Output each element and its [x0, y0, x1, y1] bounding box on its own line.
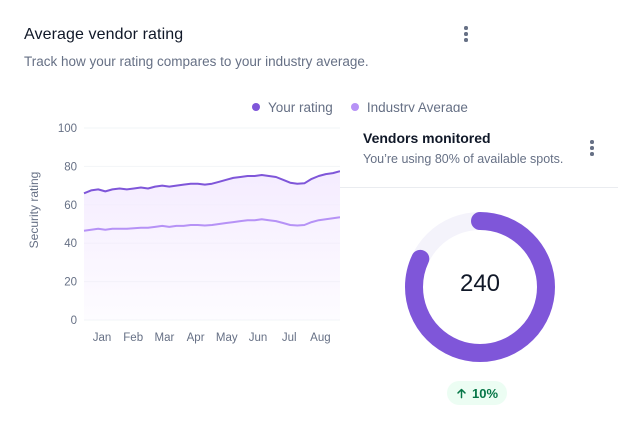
y-tick-label: 0 — [71, 315, 77, 327]
x-tick-label: Jan — [93, 332, 112, 344]
arrow-up-icon — [457, 388, 466, 398]
change-badge: 10% — [447, 381, 508, 405]
card-more-options-icon[interactable] — [458, 24, 474, 44]
rating-chart: 0 20 40 60 80 100 Jan Feb Mar Apr May Jun Jul Aug — [58, 123, 341, 344]
change-badge-value: 10% — [472, 385, 499, 401]
y-tick-label: 80 — [64, 161, 77, 173]
panel-more-options-icon[interactable] — [584, 138, 600, 158]
legend-dot-industry-average — [350, 103, 359, 111]
x-tick-label: Feb — [123, 332, 143, 344]
panel-subtitle: You’re using 80% of available spots. — [363, 152, 564, 166]
vendors-monitored-panel: Vendors monitored You’re using 80% of av… — [340, 112, 618, 429]
x-tick-label: Jul — [282, 332, 297, 344]
panel-divider — [340, 187, 618, 188]
x-tick-label: Aug — [310, 332, 330, 344]
y-tick-label: 20 — [64, 277, 77, 289]
area-fill-your-rating — [84, 171, 340, 320]
x-tick-label: May — [216, 332, 238, 344]
y-tick-label: 60 — [64, 200, 77, 212]
card-subtitle: Track how your rating compares to your i… — [24, 54, 369, 69]
card-title: Average vendor rating — [24, 26, 184, 43]
panel-title: Vendors monitored — [363, 130, 491, 146]
vendors-count: 240 — [459, 270, 501, 297]
x-tick-label: Apr — [187, 332, 205, 344]
y-tick-label: 100 — [58, 123, 77, 135]
y-tick-label: 40 — [64, 238, 77, 250]
x-tick-label: Jun — [249, 332, 268, 344]
x-tick-label: Mar — [154, 332, 174, 344]
